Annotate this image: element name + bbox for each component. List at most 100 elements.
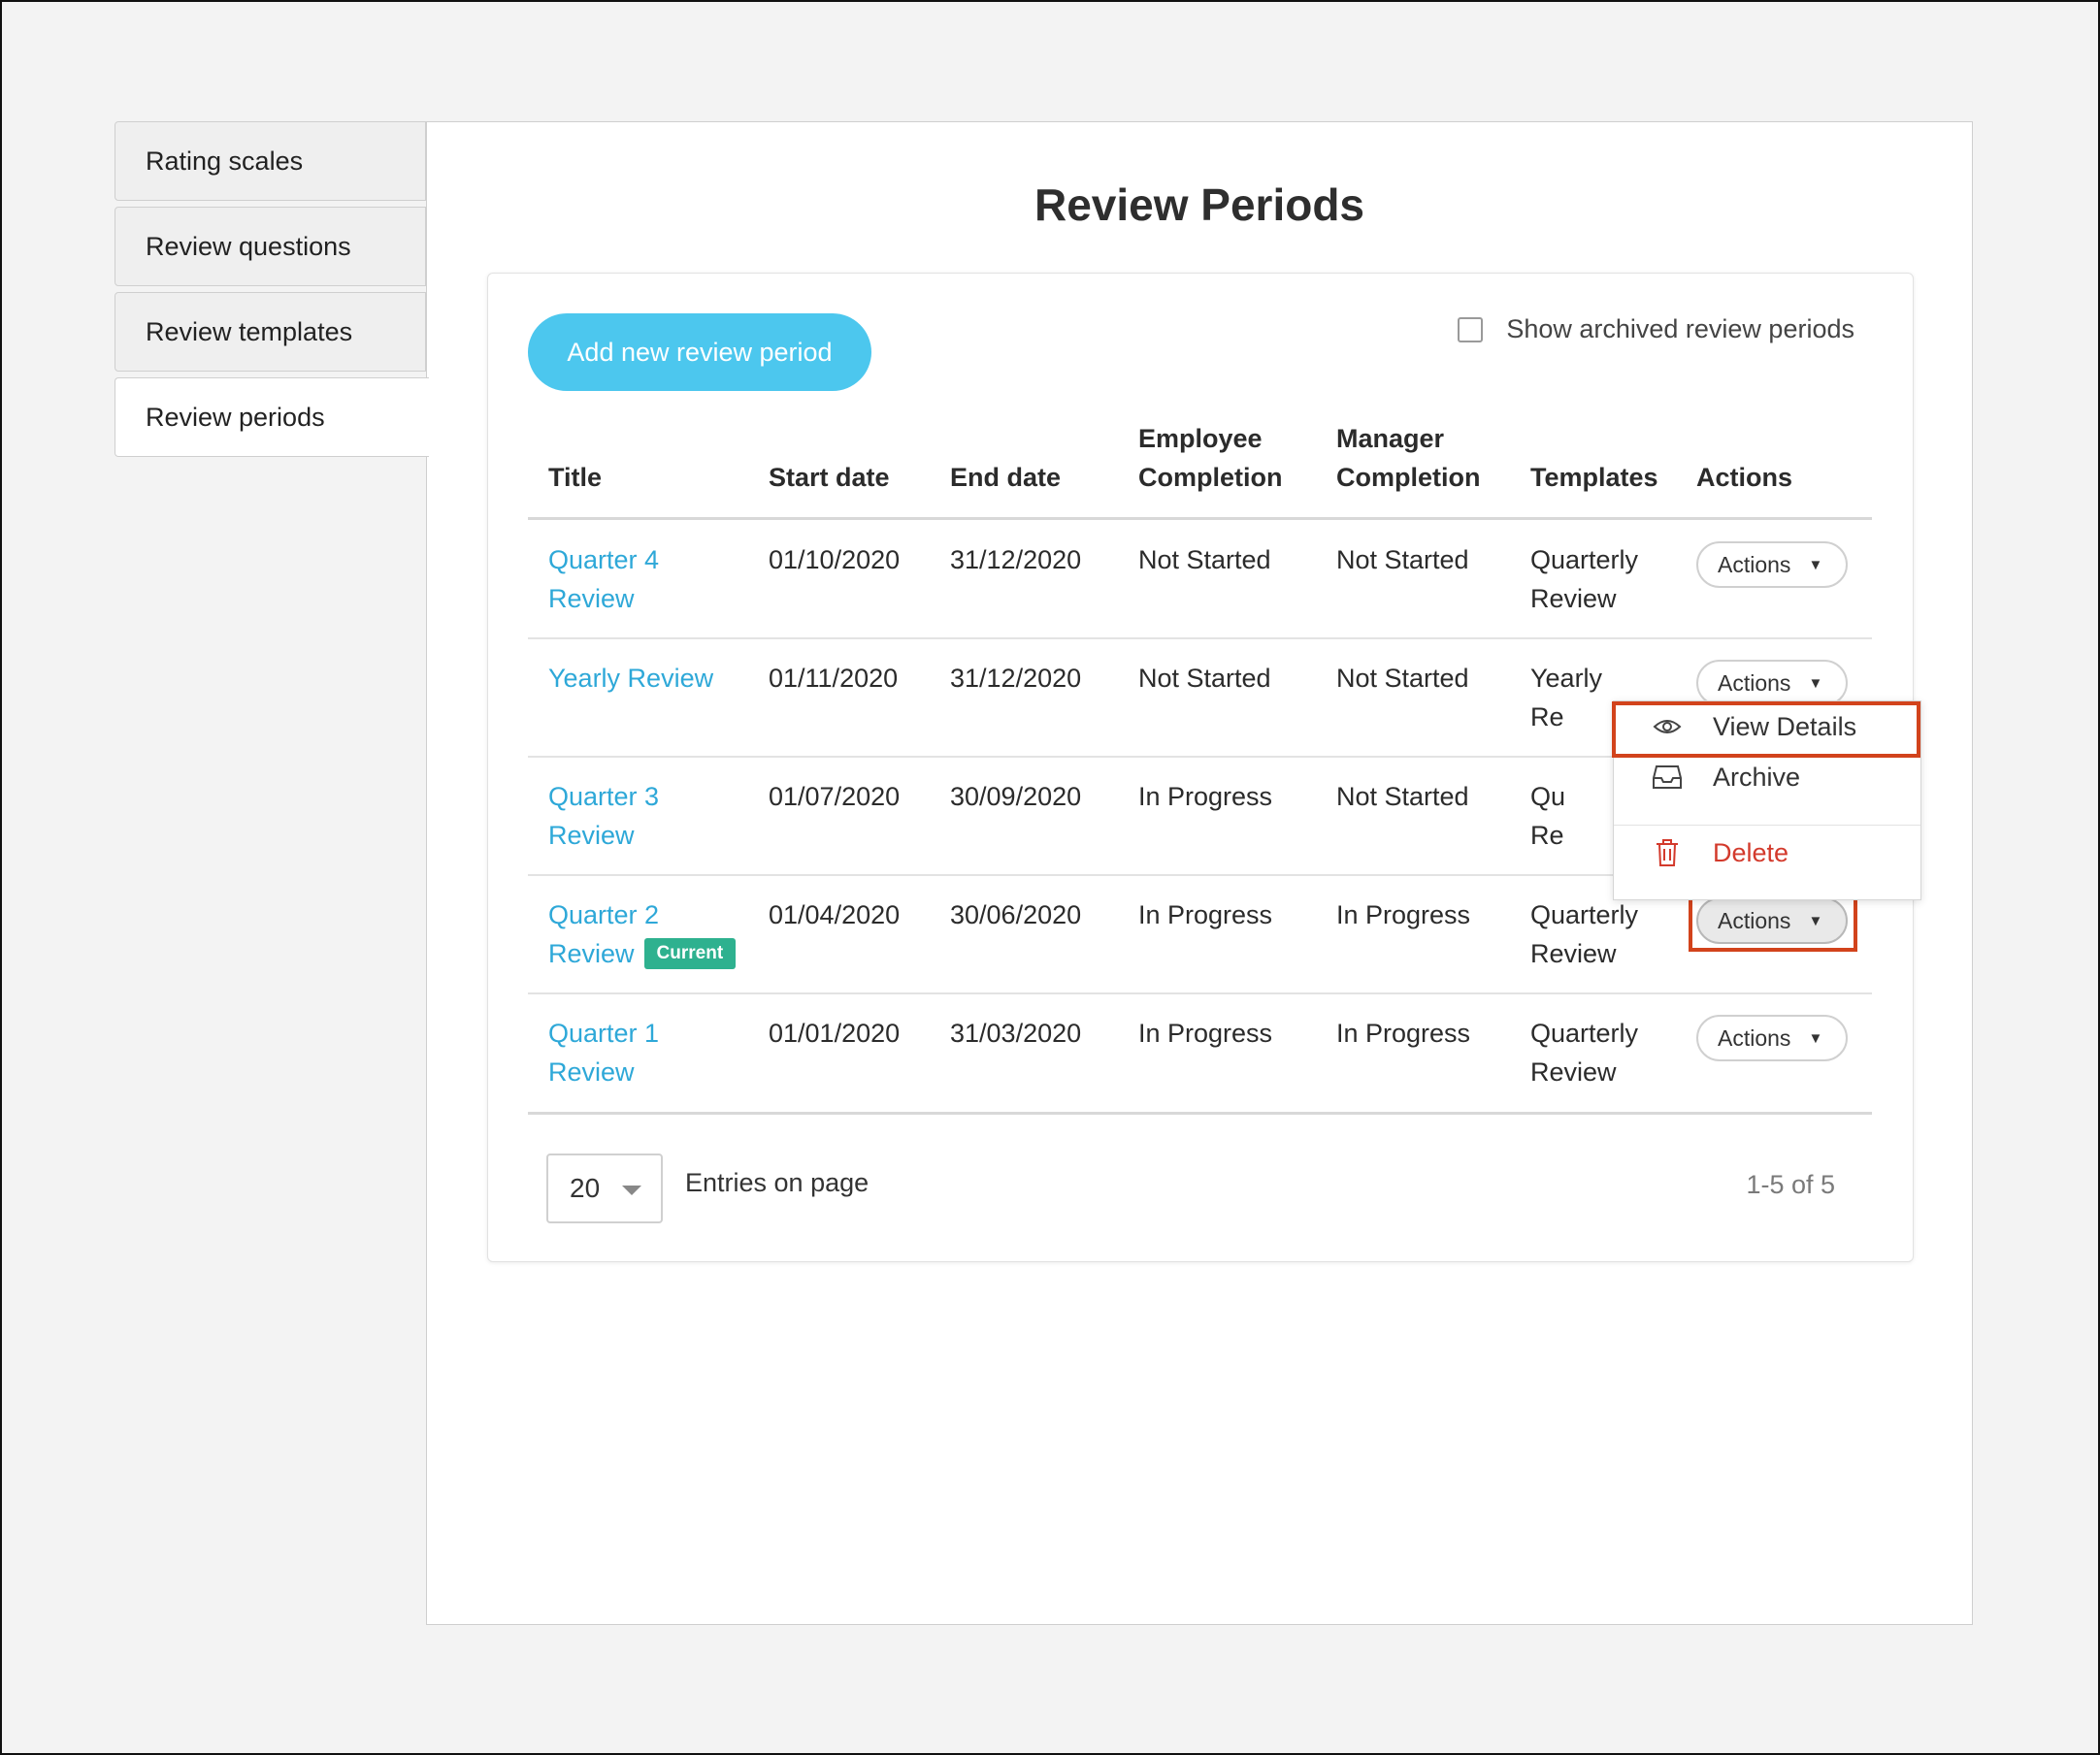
table-header-divider: [528, 517, 1872, 520]
inbox-icon: [1651, 763, 1684, 792]
review-title-line1: Quarter 2: [548, 900, 660, 929]
employee-completion: Not Started: [1138, 664, 1271, 693]
manager-completion: Not Started: [1336, 782, 1469, 811]
screen-frame: Rating scales Review questions Review te…: [0, 0, 2100, 1755]
chevron-down-icon: [622, 1186, 641, 1195]
end-date: 31/12/2020: [950, 664, 1082, 693]
template-line1: Qu: [1530, 782, 1566, 811]
page-title: Review Periods: [1034, 179, 1365, 230]
review-title-line2: Review: [548, 821, 635, 850]
add-review-period-button[interactable]: Add new review period: [528, 313, 871, 391]
entries-on-page-label: Entries on page: [685, 1168, 870, 1197]
review-title-link[interactable]: Quarter 2 Review Current: [548, 895, 737, 973]
end-date: 30/06/2020: [950, 900, 1082, 929]
sidebar-item-review-periods[interactable]: Review periods: [115, 377, 429, 457]
sidebar-item-label: Review questions: [146, 231, 351, 261]
manager-completion: In Progress: [1336, 1019, 1471, 1048]
template-line1: Yearly: [1530, 664, 1603, 693]
start-date: 01/07/2020: [769, 782, 901, 811]
row-divider: [528, 992, 1872, 994]
column-header-manager-line2: Completion: [1336, 463, 1481, 492]
actions-label: Actions: [1718, 669, 1791, 696]
column-header-end-date: End date: [950, 463, 1062, 492]
review-title-link[interactable]: Yearly Review: [548, 659, 713, 698]
column-header-manager-completion: Manager Completion: [1336, 419, 1481, 497]
review-title-link[interactable]: Quarter 4 Review: [548, 540, 659, 618]
show-archived-label: Show archived review periods: [1506, 314, 1854, 343]
trash-icon: [1651, 838, 1684, 867]
caret-down-icon: ▼: [1808, 912, 1823, 929]
current-badge: Current: [643, 937, 737, 969]
review-title-line1: Quarter 1: [548, 1019, 660, 1048]
column-header-templates: Templates: [1530, 463, 1658, 492]
sidebar-item-label: Review templates: [146, 316, 353, 346]
start-date: 01/01/2020: [769, 1019, 901, 1048]
review-title-link[interactable]: Quarter 1 Review: [548, 1014, 659, 1091]
review-title-link[interactable]: Quarter 3 Review: [548, 777, 659, 855]
end-date: 30/09/2020: [950, 782, 1082, 811]
menu-divider: [1614, 825, 1920, 826]
column-header-title: Title: [548, 463, 603, 492]
employee-completion: In Progress: [1138, 900, 1273, 929]
row-actions-button[interactable]: Actions ▼: [1696, 1015, 1848, 1061]
column-header-employee-line2: Completion: [1138, 463, 1283, 492]
template-line2: Review: [1530, 939, 1617, 968]
review-title-line2: Review: [548, 1057, 635, 1087]
column-header-start-date: Start date: [769, 463, 890, 492]
review-title-line2: Review: [548, 584, 635, 613]
review-title-line2: Review: [548, 939, 635, 968]
end-date: 31/12/2020: [950, 545, 1082, 574]
template-name: Quarterly Review: [1530, 1014, 1638, 1091]
menu-item-label: Delete: [1713, 837, 1789, 867]
actions-label: Actions: [1718, 1024, 1791, 1051]
review-title-line1: Quarter 3: [548, 782, 660, 811]
entries-per-page-select[interactable]: 20: [546, 1154, 663, 1223]
row-actions-button[interactable]: Actions ▼: [1696, 541, 1848, 588]
sidebar-item-review-templates[interactable]: Review templates: [115, 292, 426, 372]
entries-per-page-value: 20: [570, 1173, 601, 1203]
row-divider: [528, 637, 1872, 639]
row-actions-button[interactable]: Actions ▼: [1696, 897, 1848, 944]
employee-completion: Not Started: [1138, 545, 1271, 574]
actions-dropdown-menu: View Details Archive Delete: [1613, 700, 1921, 900]
pagination-range: 1-5 of 5: [1746, 1170, 1835, 1199]
column-header-actions: Actions: [1696, 463, 1793, 492]
template-line2: Review: [1530, 584, 1617, 613]
manager-completion: Not Started: [1336, 545, 1469, 574]
template-name: Quarterly Review: [1530, 895, 1638, 973]
actions-label: Actions: [1718, 551, 1791, 577]
menu-item-view-details[interactable]: View Details: [1614, 701, 1920, 752]
row-actions-button[interactable]: Actions ▼: [1696, 660, 1848, 706]
menu-item-delete[interactable]: Delete: [1614, 828, 1920, 878]
start-date: 01/11/2020: [769, 664, 899, 693]
manager-completion: Not Started: [1336, 664, 1469, 693]
template-line1: Quarterly: [1530, 900, 1639, 929]
column-header-manager-line1: Manager: [1336, 424, 1445, 453]
menu-item-label: Archive: [1713, 762, 1801, 792]
caret-down-icon: ▼: [1808, 1029, 1823, 1047]
actions-label: Actions: [1718, 907, 1791, 933]
caret-down-icon: ▼: [1808, 556, 1823, 573]
menu-item-archive[interactable]: Archive: [1614, 752, 1920, 802]
table-bottom-divider: [528, 1112, 1872, 1115]
manager-completion: In Progress: [1336, 900, 1471, 929]
start-date: 01/04/2020: [769, 900, 901, 929]
review-periods-card: Add new review period Show archived revi…: [487, 273, 1921, 1262]
review-title-line1: Quarter 4: [548, 545, 660, 574]
template-line1: Quarterly: [1530, 545, 1639, 574]
template-line2: Re: [1530, 702, 1564, 731]
employee-completion: In Progress: [1138, 1019, 1273, 1048]
sidebar-item-label: Review periods: [146, 402, 325, 432]
template-line2: Re: [1530, 821, 1564, 850]
column-header-employee-completion: Employee Completion: [1138, 419, 1283, 497]
template-name: Quarterly Review: [1530, 540, 1638, 618]
template-name: Qu Re: [1530, 777, 1565, 855]
sidebar-item-review-questions[interactable]: Review questions: [115, 207, 426, 286]
show-archived-checkbox[interactable]: [1458, 316, 1484, 342]
end-date: 31/03/2020: [950, 1019, 1082, 1048]
caret-down-icon: ▼: [1808, 674, 1823, 692]
show-archived-toggle[interactable]: Show archived review periods: [1458, 314, 1854, 344]
sidebar-item-label: Rating scales: [146, 146, 304, 176]
start-date: 01/10/2020: [769, 545, 901, 574]
sidebar-item-rating-scales[interactable]: Rating scales: [115, 121, 426, 201]
